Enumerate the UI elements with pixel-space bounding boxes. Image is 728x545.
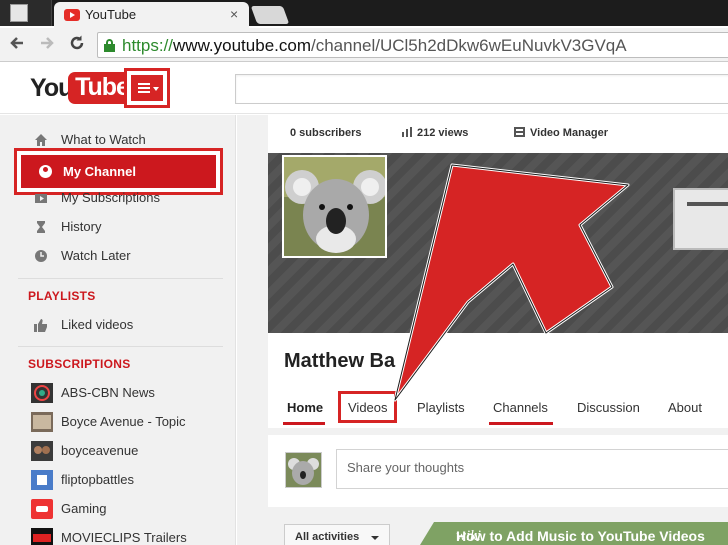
logo-you-text: You [30, 74, 73, 102]
back-arrow-icon[interactable] [8, 34, 26, 56]
clock-icon [33, 248, 49, 264]
browser-tab-youtube[interactable]: YouTube × [54, 2, 249, 28]
address-bar[interactable]: https://www.youtube.com/channel/UCl5h2dD… [97, 32, 728, 58]
subscription-label: fliptopbattles [61, 472, 134, 487]
thumbs-up-icon [33, 317, 49, 333]
tab-home-underline [283, 422, 325, 425]
url-text: https://www.youtube.com/channel/UCl5h2dD… [122, 36, 627, 55]
tab-title: YouTube [85, 7, 137, 22]
tab-videos[interactable]: Videos [348, 400, 388, 415]
hamburger-menu-icon [131, 75, 163, 101]
boyceavenue-channel-icon [31, 441, 53, 461]
lock-icon [104, 39, 115, 52]
subscription-label: boyceavenue [61, 443, 139, 458]
hourglass-icon [33, 219, 49, 235]
sidebar-item-label: Watch Later [61, 248, 131, 263]
tab-thumbnail-icon [10, 4, 28, 22]
chevron-down-icon [371, 536, 379, 540]
watermark-text: How to Add Music to YouTube Videos [456, 528, 705, 544]
tab-home[interactable]: Home [287, 400, 323, 415]
bar-chart-icon [402, 127, 412, 137]
wikihow-watermark: wiki How to Add Music to YouTube Videos [420, 522, 728, 545]
subscriber-count: 0 subscribers [290, 127, 362, 139]
subscription-item[interactable]: MOVIECLIPS Trailers [0, 524, 236, 545]
channel-stats-bar: 0 subscribers 212 views Video Manager [268, 115, 728, 153]
guide-menu-button[interactable] [124, 68, 170, 108]
sidebar-item-label: What to Watch [61, 132, 146, 147]
subscription-label: Gaming [61, 501, 107, 516]
subscriptions-section-title: SUBSCRIPTIONS [28, 357, 131, 371]
views-stat: 212 views [402, 127, 468, 139]
sidebar-item-watch-later[interactable]: Watch Later [0, 242, 236, 271]
video-manager-icon [514, 127, 525, 137]
subscription-item[interactable]: fliptopbattles [0, 466, 236, 495]
tab-channels[interactable]: Channels [493, 400, 548, 415]
sidebar-item-label: My Subscriptions [61, 190, 160, 205]
gaming-channel-icon [31, 499, 53, 519]
user-icon [39, 165, 52, 178]
youtube-favicon-icon [64, 9, 80, 21]
tab-close-button[interactable]: × [230, 6, 238, 22]
sidebar-divider [18, 346, 223, 347]
playlists-section-title: PLAYLISTS [28, 289, 96, 303]
channel-title: Matthew Ba [284, 350, 396, 372]
tab-about[interactable]: About [668, 400, 702, 415]
fliptopbattles-channel-icon [31, 470, 53, 490]
subscription-item[interactable]: Boyce Avenue - Topic [0, 408, 236, 437]
share-thoughts-input[interactable]: Share your thoughts [336, 449, 728, 489]
reload-icon[interactable] [68, 34, 86, 56]
boyce-avenue-topic-icon [31, 412, 53, 432]
banner-graphic [673, 188, 728, 250]
sidebar-divider [18, 278, 223, 279]
subscription-item[interactable]: ABS-CBN News [0, 379, 236, 408]
channel-avatar[interactable] [282, 155, 387, 258]
tab-channels-underline [489, 422, 553, 425]
sidebar-item-liked-videos[interactable]: Liked videos [0, 311, 236, 340]
sidebar-item-my-subscriptions[interactable]: My Subscriptions [0, 184, 236, 213]
subscription-label: ABS-CBN News [61, 385, 155, 400]
new-tab-button[interactable] [250, 6, 290, 24]
share-placeholder: Share your thoughts [347, 460, 465, 475]
sidebar-item-label: Liked videos [61, 317, 134, 332]
movieclips-channel-icon [31, 528, 53, 545]
sidebar-item-label: My Channel [63, 164, 136, 179]
browser-tab-other[interactable] [0, 0, 52, 26]
search-input[interactable] [235, 74, 728, 104]
sidebar-item-label: History [61, 219, 102, 234]
user-avatar-thumb [285, 452, 322, 488]
tab-playlists[interactable]: Playlists [417, 400, 465, 415]
guide-sidebar: What to Watch My Channel My Subscription… [0, 115, 236, 545]
abs-cbn-channel-icon [31, 383, 53, 403]
forward-arrow-icon[interactable] [38, 34, 56, 56]
activities-label: All activities [295, 531, 360, 543]
tab-discussion[interactable]: Discussion [577, 400, 640, 415]
subscription-item[interactable]: boyceavenue [0, 437, 236, 466]
sidebar-item-history[interactable]: History [0, 213, 236, 242]
home-icon [33, 132, 49, 148]
subscriptions-icon [33, 190, 49, 206]
subscription-item[interactable]: Gaming [0, 495, 236, 524]
browser-tab-bar: YouTube × [0, 0, 728, 28]
browser-toolbar: https://www.youtube.com/channel/UCl5h2dD… [0, 28, 728, 62]
subscription-label: Boyce Avenue - Topic [61, 414, 186, 429]
youtube-header: You Tube PH [0, 62, 728, 114]
video-manager-link[interactable]: Video Manager [514, 127, 608, 139]
koala-avatar-image [284, 157, 385, 256]
subscription-label: MOVIECLIPS Trailers [61, 530, 187, 545]
all-activities-dropdown[interactable]: All activities [284, 524, 390, 545]
